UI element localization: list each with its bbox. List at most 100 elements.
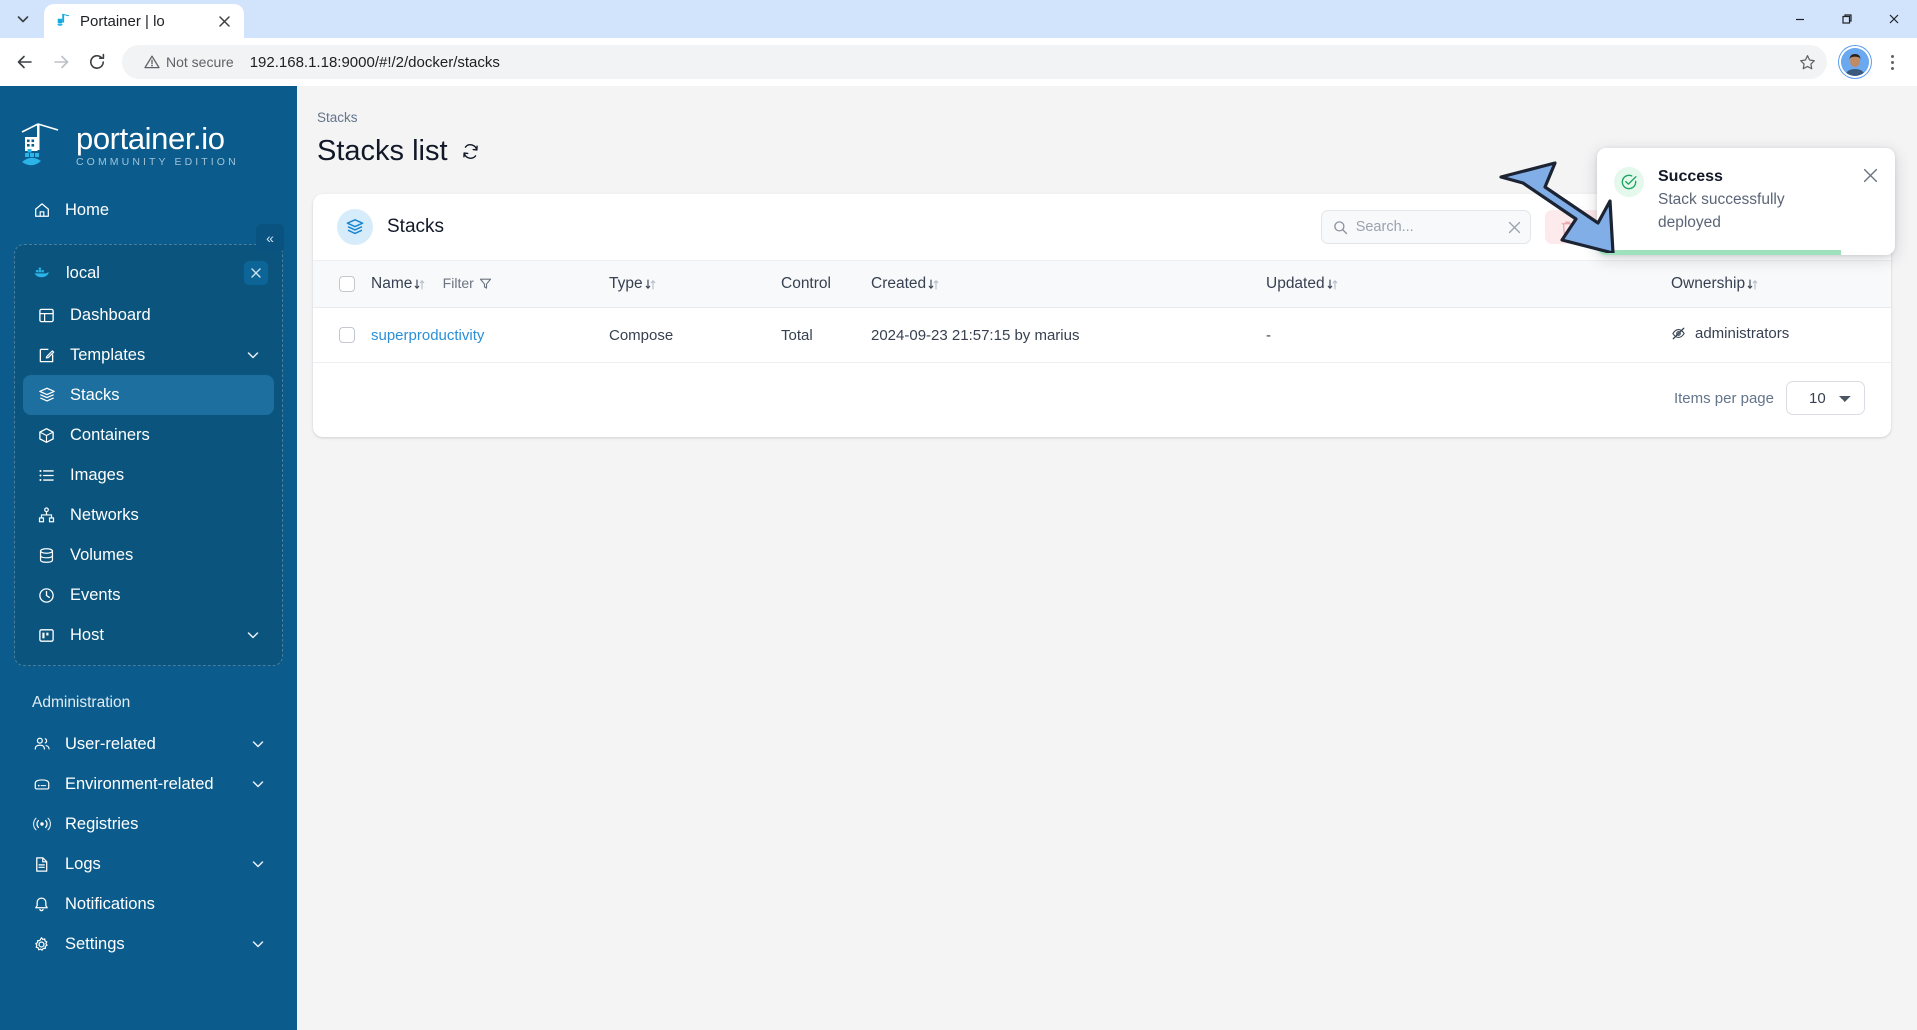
sidebar-environment-header[interactable]: local (15, 251, 282, 295)
sidebar-item-stacks[interactable]: Stacks (23, 375, 274, 415)
sort-by-created-button[interactable]: Created (871, 275, 940, 293)
sidebar-item-user-related[interactable]: User-related (18, 724, 279, 764)
close-icon (1889, 14, 1898, 24)
networks-icon (37, 506, 56, 525)
table-header: Name Filter Type Control Created Updated… (313, 260, 1891, 308)
dashboard-icon (37, 306, 56, 325)
sidebar-item-templates[interactable]: Templates (23, 335, 274, 375)
trash-icon (1561, 221, 1574, 234)
browser-forward-button[interactable] (44, 45, 78, 79)
window-minimize-button[interactable] (1776, 0, 1823, 38)
browser-back-button[interactable] (8, 45, 42, 79)
sidebar-item-images[interactable]: Images (23, 455, 274, 495)
toast-message: Stack successfully deployed (1658, 191, 1785, 232)
search-box[interactable] (1320, 210, 1531, 244)
row-control-cell: Total (781, 307, 871, 363)
stacks-icon (37, 386, 56, 405)
bookmark-button[interactable] (1793, 48, 1821, 76)
sidebar-item-label: User-related (65, 734, 156, 753)
sidebar-item-dashboard[interactable]: Dashboard (23, 295, 274, 335)
row-name-cell: superproductivity (371, 307, 609, 363)
browser-menu-button[interactable] (1875, 45, 1909, 79)
three-dots-vertical-icon (1890, 54, 1894, 70)
host-icon (37, 626, 56, 645)
site-security-indicator[interactable]: Not secure (136, 50, 242, 74)
breadcrumb[interactable]: Stacks (313, 110, 1891, 125)
page-viewport: portainer.io COMMUNITY EDITION « Home lo… (0, 86, 1917, 1030)
browser-tab-strip: Portainer | lo (0, 0, 1917, 38)
chevron-down-icon (252, 781, 264, 788)
sidebar-item-label: Notifications (65, 894, 155, 913)
back-arrow-icon (17, 55, 32, 69)
window-maximize-button[interactable] (1823, 0, 1870, 38)
sidebar-item-registries[interactable]: Registries (18, 804, 279, 844)
docker-whale-icon (33, 264, 52, 283)
table-body: superproductivity Compose Total 2024-09-… (313, 307, 1891, 363)
containers-icon (37, 426, 56, 445)
sidebar-item-label: Dashboard (70, 305, 151, 324)
gear-icon (32, 935, 51, 954)
sidebar-item-volumes[interactable]: Volumes (23, 535, 274, 575)
sidebar-item-label: Environment-related (65, 774, 214, 793)
browser-reload-button[interactable] (80, 45, 114, 79)
portainer-logo[interactable]: portainer.io COMMUNITY EDITION (0, 104, 297, 190)
sidebar-item-environment-related[interactable]: Environment-related (18, 764, 279, 804)
sidebar-item-containers[interactable]: Containers (23, 415, 274, 455)
sort-by-name-button[interactable]: Name (371, 275, 426, 293)
filter-button[interactable]: Filter (443, 275, 492, 291)
chevron-down-icon (247, 352, 259, 359)
site-security-label: Not secure (166, 54, 234, 70)
sidebar-item-events[interactable]: Events (23, 575, 274, 615)
logs-document-icon (32, 855, 51, 874)
column-header-label: Created (871, 275, 927, 292)
sort-by-type-button[interactable]: Type (609, 275, 657, 293)
environment-icon (32, 775, 51, 794)
ownership-wrap: administrators (1671, 325, 1789, 342)
refresh-button[interactable] (461, 142, 480, 161)
sort-arrows-icon (415, 278, 425, 290)
column-header-ownership: Ownership (1671, 261, 1891, 308)
items-per-page-label: Items per page (1673, 389, 1774, 407)
window-close-button[interactable] (1870, 0, 1917, 38)
row-checkbox[interactable] (339, 327, 355, 343)
card-title: Stacks (387, 216, 445, 237)
select-all-checkbox[interactable] (339, 276, 355, 292)
column-header-created: Created (871, 261, 1266, 308)
sidebar-item-label: Host (70, 625, 104, 644)
refresh-icon (462, 144, 478, 159)
sidebar-item-logs[interactable]: Logs (18, 844, 279, 884)
browser-tab[interactable]: Portainer | lo (44, 4, 244, 38)
toast-close-button[interactable] (1863, 168, 1879, 235)
tab-close-button[interactable] (214, 11, 234, 31)
sort-arrows-icon (928, 278, 939, 290)
items-per-page-select[interactable]: 10 (1786, 381, 1865, 415)
row-created-cell: 2024-09-23 21:57:15 by marius (871, 307, 1266, 363)
sidebar-item-label: Settings (65, 934, 125, 953)
address-bar[interactable]: Not secure 192.168.1.18:9000/#!/2/docker… (122, 45, 1827, 79)
profile-avatar[interactable] (1841, 48, 1869, 76)
eye-off-icon (1672, 327, 1685, 340)
sort-by-updated-button[interactable]: Updated (1266, 275, 1339, 293)
sort-by-ownership-button[interactable]: Ownership (1671, 275, 1759, 293)
sidebar-item-host[interactable]: Host (23, 615, 274, 655)
sidebar-administration-nav: User-related Environment-related Registr… (0, 724, 297, 964)
sidebar-environment-name: local (66, 263, 100, 282)
sidebar-item-settings[interactable]: Settings (18, 924, 279, 964)
search-input[interactable] (1355, 219, 1500, 235)
search-clear-button[interactable] (1508, 221, 1522, 234)
stack-name-link[interactable]: superproductivity (371, 327, 484, 344)
sidebar-item-networks[interactable]: Networks (23, 495, 274, 535)
sidebar-item-notifications[interactable]: Notifications (18, 884, 279, 924)
home-icon (32, 201, 51, 220)
address-bar-url: 192.168.1.18:9000/#!/2/docker/stacks (249, 53, 500, 71)
tab-search-dropdown-button[interactable] (6, 4, 40, 34)
sidebar-environment-close-button[interactable] (244, 261, 268, 285)
browser-toolbar: Not secure 192.168.1.18:9000/#!/2/docker… (0, 38, 1917, 86)
close-icon (251, 268, 261, 278)
forward-arrow-icon (54, 55, 69, 69)
close-icon (1863, 168, 1878, 183)
column-header-control: Control (781, 261, 871, 308)
sidebar-item-home[interactable]: Home (18, 190, 279, 230)
table-row[interactable]: superproductivity Compose Total 2024-09-… (313, 307, 1891, 363)
sidebar-item-label: Networks (70, 505, 139, 524)
